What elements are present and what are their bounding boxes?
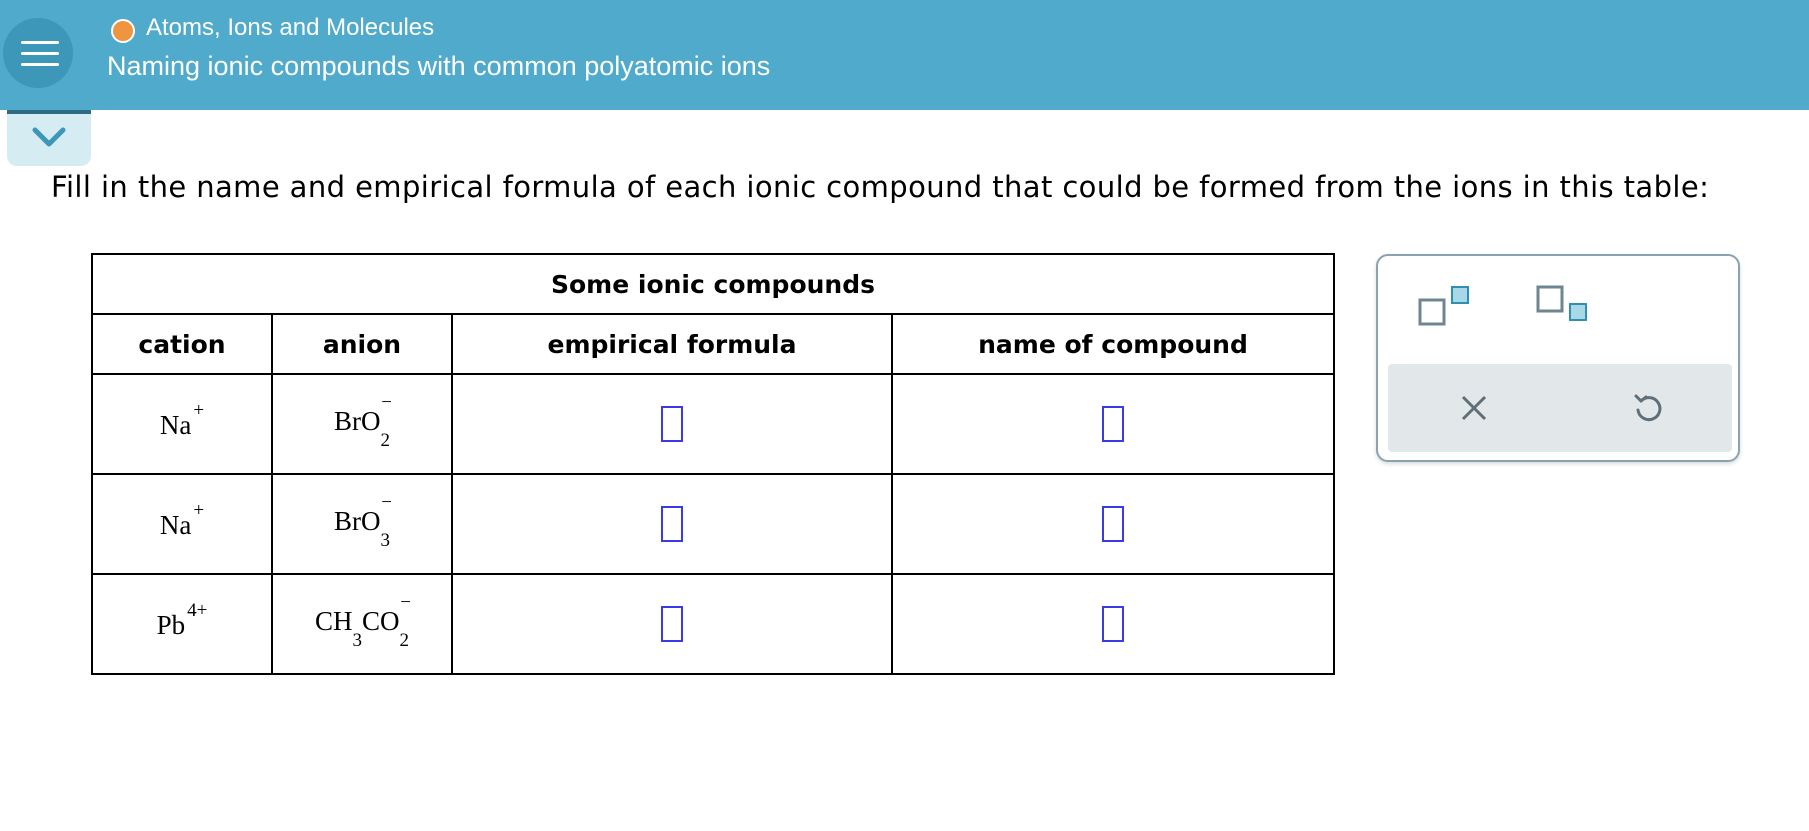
anion-subscript: 2 [380,430,391,452]
cation-formula: Na + [159,500,204,541]
cation-cell: Na + [91,473,273,575]
anion-charge: − [381,391,392,413]
cation-cell: Na + [91,373,273,475]
formula-input[interactable] [661,406,683,442]
column-header-anion: anion [271,313,453,375]
anion-cell: BrO3 − [271,473,453,575]
name-answer-cell [891,473,1335,575]
undo-icon[interactable] [1632,392,1664,424]
cation-formula: Na + [159,400,204,441]
table-row: Na + BrO2 − [91,373,1335,475]
column-header-name: name of compound [891,313,1335,375]
menu-button[interactable] [3,18,73,88]
menu-icon-line [21,52,59,55]
anion-part: BrO [334,405,381,436]
anion-formula: CH3CO2 − [314,592,411,651]
formula-input[interactable] [661,506,683,542]
anion-cell: CH3CO2 − [271,573,453,675]
question-prompt: Fill in the name and empirical formula o… [51,170,1710,204]
topic-label: Atoms, Ions and Molecules [146,14,435,41]
anion-charge: − [381,491,392,513]
topic-status-icon [111,19,135,43]
cation-charge: 4+ [187,599,208,621]
ionic-compounds-table: Some ionic compounds cation anion empiri… [91,253,1335,675]
name-input[interactable] [1102,506,1124,542]
cation-symbol: Pb [156,609,186,640]
cation-cell: Pb 4+ [91,573,273,675]
name-answer-cell [891,373,1335,475]
cation-formula: Pb 4+ [156,600,208,641]
expand-button[interactable] [7,110,91,166]
name-input[interactable] [1102,406,1124,442]
tool-actions-row [1388,364,1732,452]
cation-charge: + [193,399,205,421]
anion-part: CH [314,605,353,636]
anion-subscript: 3 [352,630,363,652]
anion-subscript: 2 [399,630,410,652]
anion-cell: BrO2 − [271,373,453,475]
anion-part: CO [362,605,400,636]
table-row: Na + BrO3 − [91,473,1335,575]
anion-subscript: 3 [380,530,391,552]
chevron-down-icon [32,127,66,147]
name-input[interactable] [1102,606,1124,642]
table-row: Pb 4+ CH3CO2 − [91,573,1335,675]
anion-part: BrO [334,505,381,536]
menu-icon-line [21,63,59,66]
formula-answer-cell [451,573,893,675]
column-header-formula: empirical formula [451,313,893,375]
top-bar: Atoms, Ions and Molecules Naming ionic c… [0,0,1809,110]
page-title: Naming ionic compounds with common polya… [107,51,771,81]
cation-symbol: Na [159,509,192,540]
formula-input[interactable] [661,606,683,642]
subscript-icon[interactable] [1536,284,1588,326]
column-header-cation: cation [91,313,273,375]
anion-formula: BrO2 − [334,392,392,451]
superscript-icon[interactable] [1418,284,1470,326]
table-caption: Some ionic compounds [91,253,1335,315]
anion-formula: BrO3 − [334,492,392,551]
name-answer-cell [891,573,1335,675]
clear-icon[interactable] [1460,394,1488,422]
formula-answer-cell [451,373,893,475]
cation-charge: + [193,499,205,521]
menu-icon-line [21,41,59,44]
cation-symbol: Na [159,409,192,440]
formula-answer-cell [451,473,893,575]
anion-charge: − [400,591,412,613]
answer-tools-panel [1376,254,1740,462]
